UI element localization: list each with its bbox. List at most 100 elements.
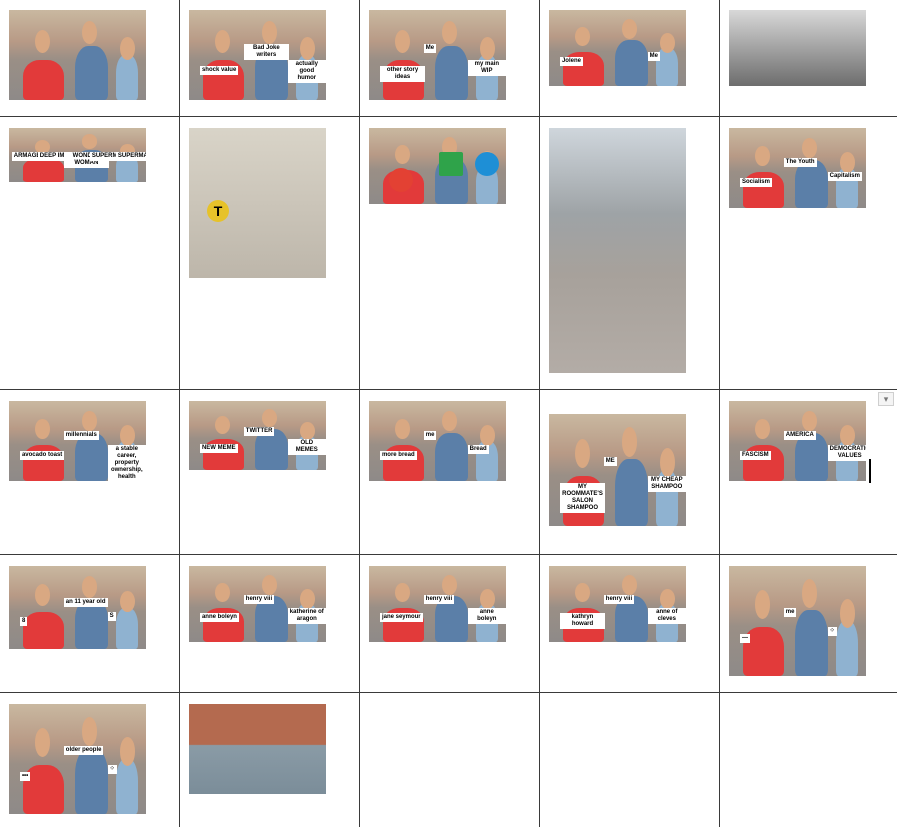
boyfriend-figure xyxy=(74,599,108,649)
grid-column-divider xyxy=(539,0,540,827)
image-thumbnail-r1c1[interactable] xyxy=(9,10,146,100)
meme-caption: S xyxy=(107,611,116,621)
girlfriend-figure xyxy=(22,611,64,649)
face xyxy=(621,19,637,39)
meme-caption: anne of cleves xyxy=(647,607,686,624)
image-thumbnail-r1c2[interactable]: shock value Bad Joke writers actually good… xyxy=(189,10,326,100)
meme-caption: The Youth xyxy=(783,158,817,168)
boyfriend-figure xyxy=(74,46,108,100)
image-thumbnail-r5c2[interactable] xyxy=(189,704,326,794)
meme-caption: 8 xyxy=(19,617,28,627)
grid-row-divider xyxy=(0,692,897,693)
face xyxy=(119,737,136,766)
image-thumbnail-r3c1[interactable]: avocado toast millennials a stable career,… xyxy=(9,401,146,481)
image-thumbnail-r4c2[interactable]: anne boleyn henry viii katherine of aragon xyxy=(189,566,326,642)
image-thumbnail-r2c4[interactable] xyxy=(549,128,686,373)
image-thumbnail-r2c2[interactable]: T xyxy=(189,128,326,278)
other-woman-figure xyxy=(835,621,858,676)
meme-caption: avocado toast xyxy=(19,450,65,460)
boyfriend-figure xyxy=(434,433,468,481)
image-thumbnail-r1c4[interactable]: Jolene Me xyxy=(549,10,686,86)
face xyxy=(119,425,136,446)
face xyxy=(441,20,457,45)
face xyxy=(215,582,231,603)
boyfriend-figure xyxy=(614,40,648,86)
meme-caption: OLD MEMES xyxy=(287,438,326,455)
meme-caption: jane seymour xyxy=(379,613,423,623)
meme-caption: shock value xyxy=(199,65,239,75)
face xyxy=(35,418,51,440)
grid-column-divider xyxy=(719,0,720,827)
image-thumbnail-r1c5[interactable] xyxy=(729,10,866,86)
other-woman-figure xyxy=(115,55,138,100)
internet-explorer-logo-icon xyxy=(475,152,499,176)
face xyxy=(659,588,676,609)
grid-column-divider xyxy=(179,0,180,827)
meme-caption: Jolene xyxy=(559,57,583,67)
face xyxy=(261,409,277,428)
meme-caption: Socialism xyxy=(739,177,772,187)
meme-caption: Bread xyxy=(467,445,489,454)
chrome-logo-icon xyxy=(389,168,413,192)
face xyxy=(839,152,856,173)
face xyxy=(755,418,771,440)
face xyxy=(35,728,51,757)
meme-caption: henry viii xyxy=(423,594,455,604)
grid-row-divider xyxy=(0,116,897,117)
face xyxy=(575,438,591,468)
face xyxy=(81,717,97,746)
boyfriend-figure xyxy=(614,458,648,526)
face xyxy=(659,32,676,53)
face xyxy=(215,29,231,54)
face xyxy=(575,26,591,47)
image-thumbnail-r4c1[interactable]: 8 an 11 year old S xyxy=(9,566,146,649)
meme-caption: a stable career, property ownership, hea… xyxy=(107,445,146,481)
girlfriend-figure xyxy=(22,59,64,100)
boyfriend-figure xyxy=(74,748,108,814)
face xyxy=(839,425,856,446)
face xyxy=(395,582,411,603)
meme-caption: henry viii xyxy=(243,594,275,604)
meme-caption: MY CHEAP SHAMPOO xyxy=(647,475,686,492)
face xyxy=(81,410,97,432)
face xyxy=(621,427,637,457)
image-thumbnail-r3c4[interactable]: MY ROOMMATE'S SALON SHAMPOO ME MY CHEAP SH… xyxy=(549,414,686,526)
meme-caption: kathryn howard xyxy=(559,613,606,630)
face xyxy=(575,582,591,603)
face xyxy=(215,416,231,435)
grid-column-divider xyxy=(359,0,360,827)
dropdown-toggle-button[interactable]: ▾ xyxy=(878,392,894,406)
meme-caption: ME xyxy=(603,456,617,466)
face xyxy=(81,134,97,149)
image-thumbnail-r1c3[interactable]: other story ideas Me my main WIP xyxy=(369,10,506,100)
image-thumbnail-r4c3[interactable]: jane seymour henry viii anne boleyn xyxy=(369,566,506,642)
face xyxy=(395,418,411,440)
meme-caption: my main WIP xyxy=(467,59,506,76)
image-thumbnail-r3c5[interactable]: FASCISM AMERICA DEMOCRATIC VALUES xyxy=(729,401,866,481)
meme-caption: older people xyxy=(63,745,104,755)
meme-caption: me xyxy=(783,607,797,617)
image-thumbnail-r4c5[interactable]: — me ⁘ xyxy=(729,566,866,676)
face xyxy=(395,29,411,54)
cosplay-logo-badge: T xyxy=(207,200,229,222)
image-thumbnail-r2c5[interactable]: Socialism The Youth Capitalism xyxy=(729,128,866,208)
meme-caption: actually good humor xyxy=(287,59,326,83)
face xyxy=(659,447,676,477)
image-thumbnail-r4c4[interactable]: kathryn howard henry viii anne of cleves xyxy=(549,566,686,642)
face xyxy=(441,575,457,595)
image-thumbnail-r3c3[interactable]: more bread me Bread xyxy=(369,401,506,481)
face xyxy=(81,575,97,598)
meme-caption: Capitalism xyxy=(827,172,862,181)
face xyxy=(801,137,817,159)
meme-caption: Me xyxy=(423,44,437,54)
grid-row-divider xyxy=(0,389,897,390)
image-thumbnail-r2c1[interactable]: ARMAGEDDON DEEP IMPACT WONDER WOMAN SUPERMA… xyxy=(9,128,146,182)
image-thumbnail-r5c1[interactable]: ••• older people ⁘ xyxy=(9,704,146,814)
meme-caption: NEW MEME xyxy=(199,443,238,453)
image-thumbnail-r2c3[interactable] xyxy=(369,128,506,204)
meme-caption: more bread xyxy=(379,450,417,460)
image-thumbnail-r3c2[interactable]: NEW MEME TWITTER OLD MEMES xyxy=(189,401,326,470)
face xyxy=(755,590,771,619)
face xyxy=(35,29,51,54)
meme-caption: katherine of aragon xyxy=(287,607,326,624)
